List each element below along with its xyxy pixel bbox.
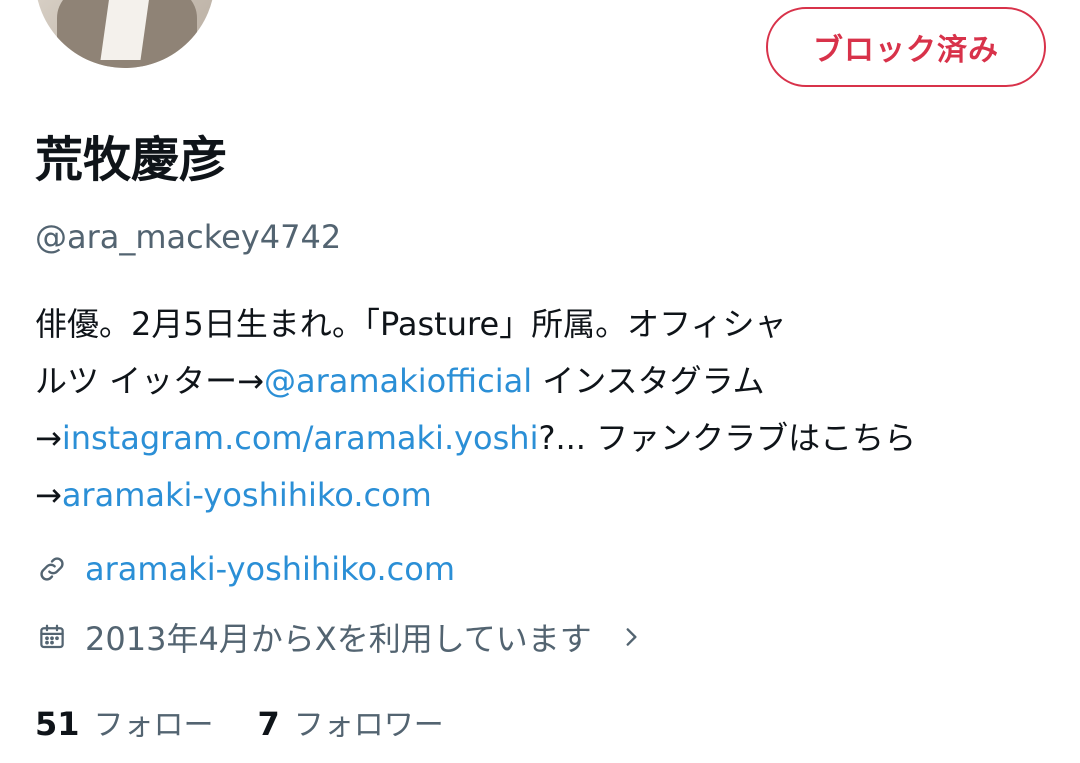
bio-text: ?... ファンクラブはこちら [538, 419, 917, 457]
bio-text: ルツ イッター→ [35, 362, 264, 400]
instagram-link[interactable]: instagram.com/aramaki.yoshi [62, 419, 539, 457]
bio-text: → [35, 419, 62, 457]
bio-line-3: →instagram.com/aramaki.yoshi?... ファンクラブは… [35, 410, 1015, 467]
calendar-icon [35, 620, 69, 654]
followers-stat[interactable]: 7 フォロワー [258, 700, 444, 744]
bio-line-2: ルツ イッター→@aramakiofficial インスタグラム [35, 353, 1015, 410]
followers-label: フォロワー [293, 708, 444, 743]
following-label: フォロー [93, 708, 214, 743]
website-row: aramaki-yoshihiko.com [35, 550, 455, 588]
mention-link[interactable]: @aramakiofficial [264, 362, 532, 400]
followers-count: 7 [257, 705, 280, 743]
bio-line-1: 俳優。2月5日生まれ。「Pasture」所属。オフィシャ [35, 305, 787, 343]
following-stat[interactable]: 51 フォロー [35, 700, 214, 744]
blocked-button[interactable]: ブロック済み [766, 7, 1046, 87]
fanclub-link[interactable]: aramaki-yoshihiko.com [62, 476, 432, 514]
bio-text: → [35, 476, 62, 514]
chevron-right-icon[interactable] [618, 624, 644, 650]
profile-bio: 俳優。2月5日生まれ。「Pasture」所属。オフィシャ ルツ イッター→@ar… [35, 296, 1015, 524]
display-name: 荒牧慶彦 [35, 132, 228, 188]
follow-stats: 51 フォロー 7 フォロワー [35, 700, 488, 744]
link-icon [35, 552, 69, 586]
profile-page: ブロック済み 荒牧慶彦 @ara_mackey4742 俳優。2月5日生まれ。「… [0, 0, 1080, 763]
avatar[interactable] [35, 0, 215, 68]
user-handle: @ara_mackey4742 [35, 218, 342, 256]
bio-text: インスタグラム [532, 362, 765, 400]
website-link[interactable]: aramaki-yoshihiko.com [85, 550, 455, 588]
joined-row[interactable]: 2013年4月からXを利用しています [35, 614, 644, 660]
following-count: 51 [35, 705, 80, 743]
bio-line-4: →aramaki-yoshihiko.com [35, 467, 1015, 524]
joined-date: 2013年4月からXを利用しています [85, 620, 592, 658]
